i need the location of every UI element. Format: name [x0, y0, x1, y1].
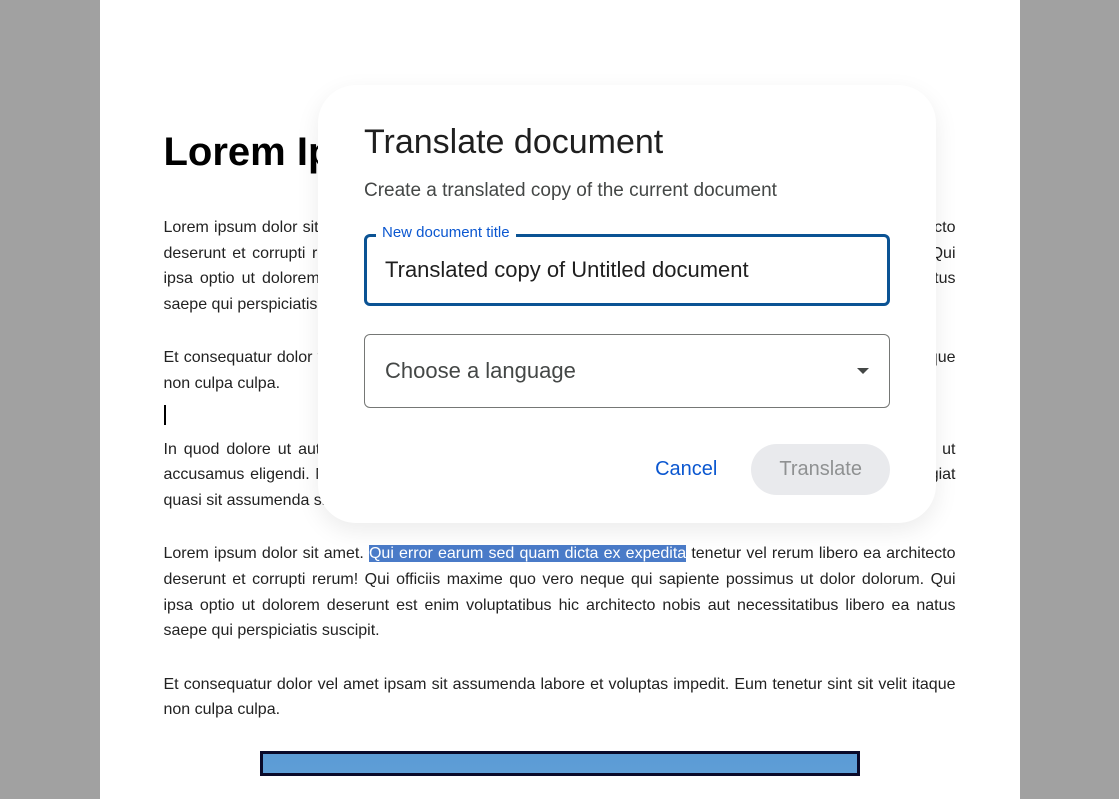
language-select[interactable]: Choose a language — [364, 334, 890, 408]
document-paragraph: Lorem ipsum dolor sit amet. Qui error ea… — [164, 541, 956, 643]
cancel-button[interactable]: Cancel — [635, 446, 737, 493]
image-content — [263, 754, 857, 776]
translate-button[interactable]: Translate — [751, 444, 890, 495]
dialog-subtitle: Create a translated copy of the current … — [364, 180, 890, 202]
language-placeholder: Choose a language — [385, 358, 576, 384]
document-title-input[interactable] — [364, 234, 890, 306]
title-input-wrapper: New document title — [364, 234, 890, 306]
document-paragraph: Et consequatur dolor vel amet ipsam sit … — [164, 672, 956, 723]
dialog-actions: Cancel Translate — [364, 444, 890, 495]
highlighted-text: Qui error earum sed quam dicta ex expedi… — [369, 545, 686, 562]
dialog-title: Translate document — [364, 123, 890, 162]
text-span: Lorem ipsum dolor sit amet. — [164, 545, 369, 562]
chevron-down-icon — [857, 368, 869, 374]
title-input-label: New document title — [376, 224, 516, 241]
document-image — [260, 751, 860, 776]
text-cursor — [164, 405, 166, 425]
translate-dialog: Translate document Create a translated c… — [318, 85, 936, 523]
